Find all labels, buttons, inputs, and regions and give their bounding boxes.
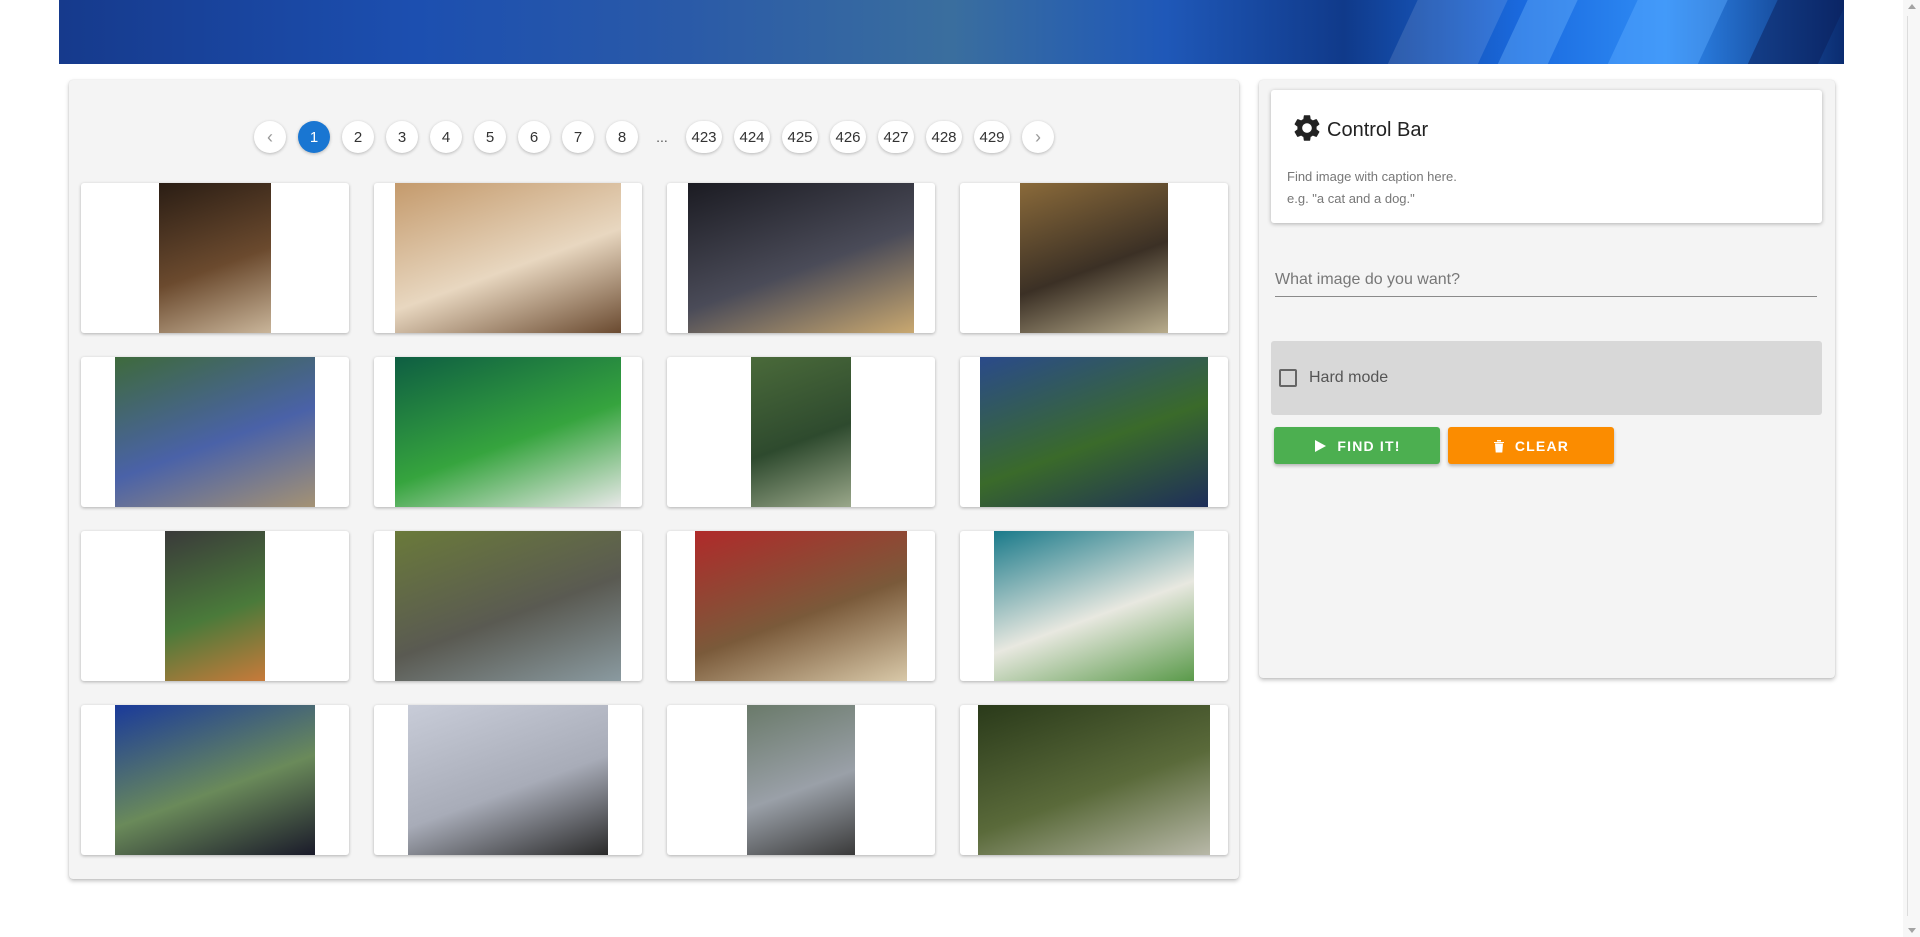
image-thumbnail[interactable]: [165, 531, 265, 681]
scroll-down-arrow-icon[interactable]: [1908, 928, 1916, 933]
image-thumbnail[interactable]: [115, 705, 315, 855]
image-card[interactable]: [81, 531, 349, 681]
page-button-8[interactable]: 8: [606, 121, 638, 153]
page-button-426[interactable]: 426: [830, 121, 866, 153]
find-button-label: FIND IT!: [1337, 437, 1401, 454]
image-thumbnail[interactable]: [980, 357, 1208, 507]
caption-search-field: [1275, 265, 1817, 297]
page-button-424[interactable]: 424: [734, 121, 770, 153]
control-bar-title: Control Bar: [1327, 119, 1429, 141]
image-card[interactable]: [374, 183, 642, 333]
image-thumbnail[interactable]: [115, 357, 315, 507]
control-panel: Control Bar Find image with caption here…: [1259, 80, 1835, 678]
image-thumbnail[interactable]: [395, 531, 621, 681]
page-button-4[interactable]: 4: [430, 121, 462, 153]
page-button-2[interactable]: 2: [342, 121, 374, 153]
page-button-428[interactable]: 428: [926, 121, 962, 153]
banner-decoration: [1371, 0, 1517, 64]
control-bar-header: Control Bar: [1291, 112, 1428, 149]
clear-button[interactable]: CLEAR: [1448, 427, 1614, 464]
page-button-1[interactable]: 1: [298, 121, 330, 153]
page-button-423[interactable]: 423: [686, 121, 722, 153]
control-bar-card: Control Bar Find image with caption here…: [1271, 90, 1822, 223]
scroll-up-arrow-icon[interactable]: [1908, 4, 1916, 9]
image-thumbnail[interactable]: [978, 705, 1210, 855]
pagination-ellipsis: ...: [656, 129, 668, 145]
image-card[interactable]: [374, 357, 642, 507]
control-bar-hint: Find image with caption here. e.g. "a ca…: [1287, 166, 1457, 210]
image-card[interactable]: [81, 183, 349, 333]
image-thumbnail[interactable]: [747, 705, 855, 855]
banner-decoration: [1731, 0, 1844, 64]
hint-line: Find image with caption here.: [1287, 169, 1457, 184]
pagination: ‹ 1 2 3 4 5 6 7 8... 423 424 425 426 427 428 429 ›: [69, 120, 1239, 154]
image-card[interactable]: [667, 705, 935, 855]
image-card[interactable]: [960, 183, 1228, 333]
caption-search-input[interactable]: [1275, 265, 1817, 295]
page-button-425[interactable]: 425: [782, 121, 818, 153]
image-thumbnail[interactable]: [1020, 183, 1168, 333]
page-button-3[interactable]: 3: [386, 121, 418, 153]
gear-icon: [1291, 112, 1323, 149]
find-button[interactable]: FIND IT!: [1274, 427, 1440, 464]
hard-mode-label: Hard mode: [1309, 369, 1389, 386]
image-card[interactable]: [960, 357, 1228, 507]
image-card[interactable]: [81, 357, 349, 507]
page-button-5[interactable]: 5: [474, 121, 506, 153]
image-card[interactable]: [667, 357, 935, 507]
play-icon: [1315, 439, 1327, 452]
page-button-427[interactable]: 427: [878, 121, 914, 153]
image-thumbnail[interactable]: [695, 531, 907, 681]
image-thumbnail[interactable]: [395, 357, 621, 507]
image-card[interactable]: [374, 705, 642, 855]
image-card[interactable]: [374, 531, 642, 681]
image-card[interactable]: [667, 183, 935, 333]
hard-mode-toggle[interactable]: Hard mode: [1271, 341, 1822, 415]
next-page-button[interactable]: ›: [1022, 121, 1054, 153]
image-thumbnail[interactable]: [688, 183, 914, 333]
image-thumbnail[interactable]: [751, 357, 851, 507]
image-thumbnail[interactable]: [408, 705, 608, 855]
header-banner: [59, 0, 1844, 64]
page-button-429[interactable]: 429: [974, 121, 1010, 153]
hint-example: e.g. "a cat and a dog.": [1287, 191, 1415, 206]
hard-mode-checkbox[interactable]: [1279, 369, 1297, 387]
image-thumbnail[interactable]: [395, 183, 621, 333]
page-button-6[interactable]: 6: [518, 121, 550, 153]
image-card[interactable]: [667, 531, 935, 681]
image-card[interactable]: [960, 705, 1228, 855]
image-grid: [81, 183, 1228, 855]
prev-page-button[interactable]: ‹: [254, 121, 286, 153]
image-gallery-panel: ‹ 1 2 3 4 5 6 7 8... 423 424 425 426 427 428 429 ›: [69, 80, 1239, 879]
scrollbar-thumb[interactable]: [1907, 16, 1916, 916]
image-thumbnail[interactable]: [994, 531, 1194, 681]
page-scrollbar[interactable]: [1903, 0, 1920, 937]
image-card[interactable]: [81, 705, 349, 855]
image-thumbnail[interactable]: [159, 183, 271, 333]
image-card[interactable]: [960, 531, 1228, 681]
page-button-7[interactable]: 7: [562, 121, 594, 153]
trash-icon: [1493, 439, 1504, 452]
clear-button-label: CLEAR: [1514, 437, 1570, 454]
banner-decoration: [1591, 0, 1737, 64]
